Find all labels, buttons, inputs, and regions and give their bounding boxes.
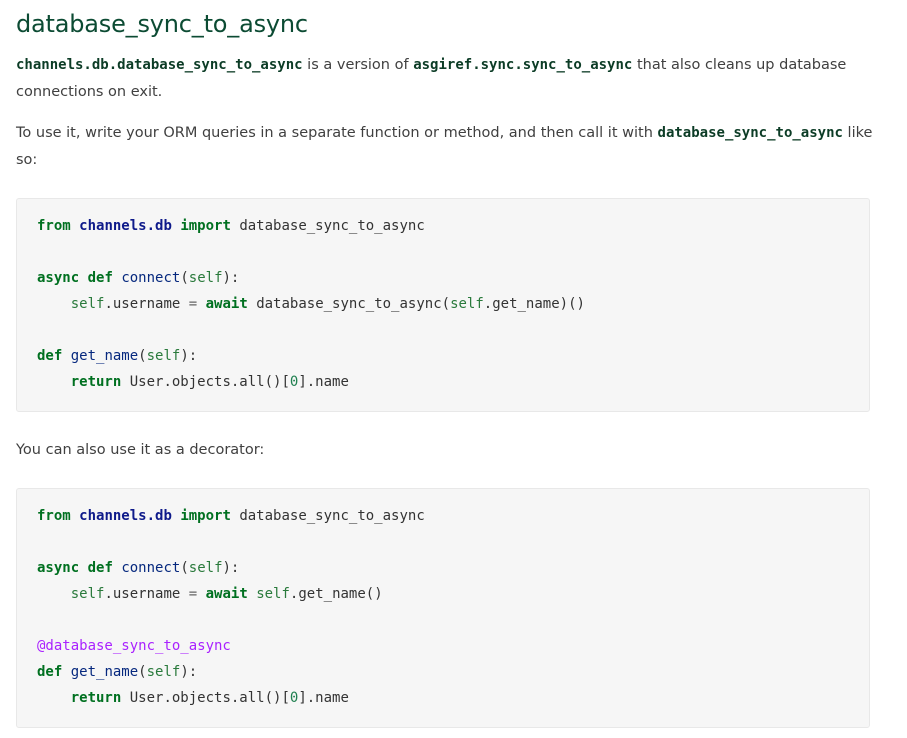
keyword-def: def — [87, 270, 113, 286]
function-name: get_name — [70, 664, 139, 680]
keyword-def: def — [37, 348, 63, 364]
intro-paragraph: channels.db.database_sync_to_async is a … — [16, 52, 876, 106]
paren: ( — [180, 560, 189, 576]
code-line: def get_name(self): — [37, 343, 849, 369]
self-ref: self — [70, 586, 105, 602]
page-title: database_sync_to_async — [16, 10, 308, 38]
operator: = — [188, 296, 198, 312]
code-block-call-example[interactable]: from channels.db import database_sync_to… — [16, 198, 870, 412]
keyword-from: from — [37, 508, 71, 524]
code-line: from channels.db import database_sync_to… — [37, 213, 849, 239]
keyword-await: await — [205, 586, 248, 602]
paren: ( — [138, 664, 147, 680]
function-name: get_name — [70, 348, 139, 364]
inline-code-function-name: database_sync_to_async — [657, 125, 843, 141]
imported-name: database_sync_to_async — [230, 508, 425, 524]
module-name: channels.db — [79, 508, 172, 524]
paren: ): — [180, 348, 198, 364]
module-name: channels.db — [79, 218, 172, 234]
keyword-from: from — [37, 218, 71, 234]
self-ref: self — [256, 586, 290, 602]
paren: ): — [180, 664, 198, 680]
code-line: def get_name(self): — [37, 659, 849, 685]
function-name: connect — [121, 270, 181, 286]
keyword-await: await — [205, 296, 248, 312]
paren: ( — [180, 270, 189, 286]
paren: ): — [222, 270, 240, 286]
usage-paragraph: To use it, write your ORM queries in a s… — [16, 120, 876, 174]
return-expression: User.objects.all()[ — [121, 374, 290, 390]
return-expression: ].name — [298, 690, 349, 706]
function-name: connect — [121, 560, 181, 576]
keyword-def: def — [87, 560, 113, 576]
self-param: self — [146, 348, 181, 364]
code-line: self.username = await self.get_name() — [37, 581, 849, 607]
code-line: async def connect(self): — [37, 555, 849, 581]
code-line: async def connect(self): — [37, 265, 849, 291]
usage-text-a: To use it, write your ORM queries in a s… — [16, 125, 658, 141]
keyword-async: async — [37, 270, 80, 286]
keyword-import: import — [180, 508, 231, 524]
inline-code-sync-to-async: asgiref.sync.sync_to_async — [413, 57, 633, 73]
call-expression: .get_name)() — [483, 296, 585, 312]
return-expression: User.objects.all()[ — [121, 690, 290, 706]
keyword-async: async — [37, 560, 80, 576]
keyword-def: def — [37, 664, 63, 680]
call-expression: .get_name() — [289, 586, 383, 602]
self-ref: self — [450, 296, 484, 312]
paren: ( — [138, 348, 147, 364]
code-block-decorator-example[interactable]: from channels.db import database_sync_to… — [16, 488, 870, 728]
intro-text-a: is a version of — [302, 57, 414, 73]
code-line: return User.objects.all()[0].name — [37, 369, 849, 395]
code-line: self.username = await database_sync_to_a… — [37, 291, 849, 317]
imported-name: database_sync_to_async — [230, 218, 425, 234]
attribute: .username — [104, 296, 189, 312]
code-line: return User.objects.all()[0].name — [37, 685, 849, 711]
decorator: @database_sync_to_async — [37, 638, 231, 654]
code-line: from channels.db import database_sync_to… — [37, 503, 849, 529]
inline-code-database-sync-to-async: channels.db.database_sync_to_async — [16, 57, 303, 73]
keyword-import: import — [180, 218, 231, 234]
attribute: .username — [104, 586, 189, 602]
operator: = — [188, 586, 198, 602]
decorator-paragraph: You can also use it as a decorator: — [16, 442, 265, 458]
paren: ): — [222, 560, 240, 576]
self-param: self — [146, 664, 181, 680]
self-param: self — [188, 560, 223, 576]
return-expression: ].name — [298, 374, 349, 390]
self-ref: self — [70, 296, 105, 312]
call-expression: database_sync_to_async( — [247, 296, 451, 312]
code-line: @database_sync_to_async — [37, 633, 849, 659]
self-param: self — [188, 270, 223, 286]
keyword-return: return — [70, 690, 122, 706]
keyword-return: return — [70, 374, 122, 390]
